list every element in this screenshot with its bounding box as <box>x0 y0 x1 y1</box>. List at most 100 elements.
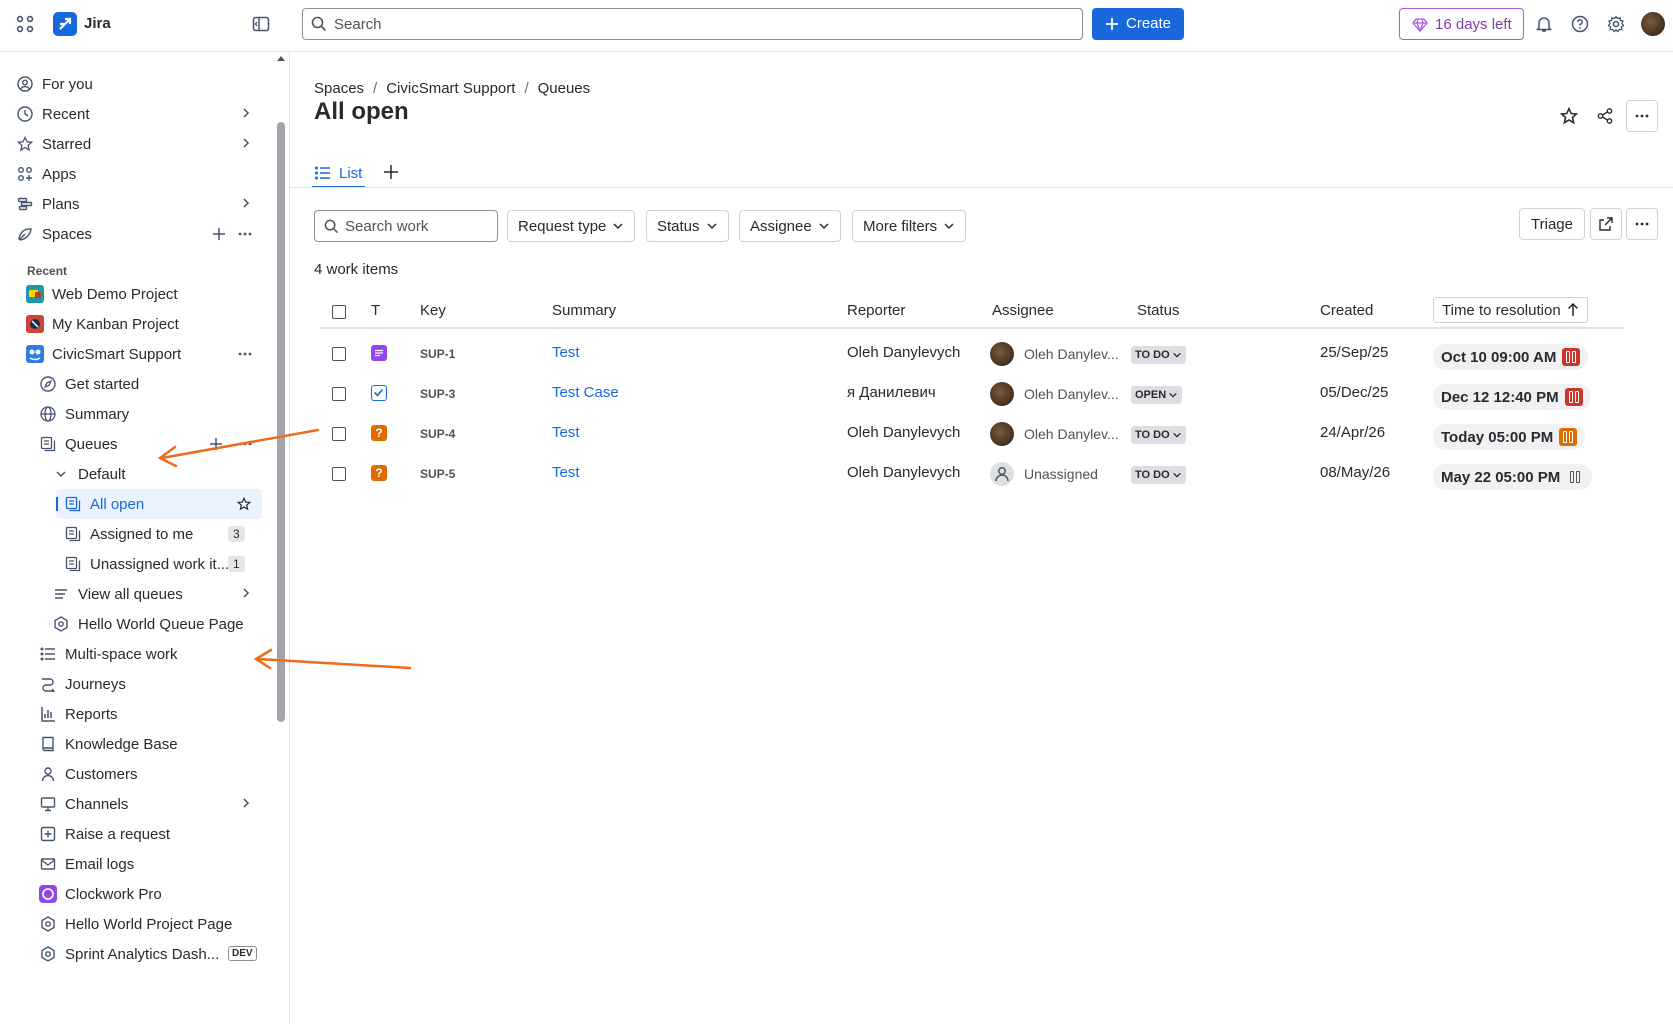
tab-list[interactable]: List <box>312 160 366 188</box>
sidebar-item-assigned-to-me[interactable]: Assigned to me 3 <box>64 519 262 549</box>
breadcrumb-queues[interactable]: Queues <box>538 80 591 97</box>
search-work-input[interactable]: Search work <box>314 210 498 242</box>
sidebar-scrollbar[interactable] <box>277 122 285 722</box>
work-item-summary-link[interactable]: Test <box>552 424 580 441</box>
sidebar-item-view-all-queues[interactable]: View all queues <box>52 579 266 609</box>
work-item-summary-link[interactable]: Test Case <box>552 384 619 401</box>
more-icon[interactable] <box>238 352 252 356</box>
settings-gear-icon[interactable] <box>1607 15 1625 33</box>
app-switcher-icon[interactable] <box>16 15 34 33</box>
status-filter[interactable]: Status <box>646 210 729 242</box>
sidebar-project-web-demo[interactable]: Web Demo Project <box>26 279 266 309</box>
sidebar-item-for-you[interactable]: For you <box>16 69 266 99</box>
column-header-assignee[interactable]: Assignee <box>992 302 1054 319</box>
status-dropdown[interactable]: TO DO <box>1131 426 1186 444</box>
global-search-input[interactable]: Search <box>302 8 1083 40</box>
row-checkbox[interactable] <box>332 347 346 361</box>
star-page-icon[interactable] <box>1560 107 1578 125</box>
page-more-button[interactable] <box>1626 100 1658 132</box>
sidebar-item-recent[interactable]: Recent <box>16 99 266 129</box>
chevron-right-icon[interactable] <box>240 137 252 149</box>
sidebar-item-raise-request[interactable]: Raise a request <box>39 819 266 849</box>
sidebar-item-summary[interactable]: Summary <box>39 399 266 429</box>
sidebar-item-multi-space[interactable]: Multi-space work <box>39 639 266 669</box>
create-button[interactable]: Create <box>1092 8 1184 40</box>
column-header-status[interactable]: Status <box>1137 302 1180 319</box>
work-item-summary-link[interactable]: Test <box>552 344 580 361</box>
help-icon[interactable] <box>1571 15 1589 33</box>
work-item-key[interactable]: SUP-5 <box>420 467 455 481</box>
triage-button[interactable]: Triage <box>1519 208 1585 240</box>
sidebar-item-all-open[interactable]: All open <box>56 489 262 519</box>
sidebar-item-journeys[interactable]: Journeys <box>39 669 266 699</box>
chevron-right-icon[interactable] <box>240 197 252 209</box>
sidebar-item-hello-world-queue[interactable]: Hello World Queue Page <box>52 609 266 639</box>
sidebar-item-spaces[interactable]: Spaces <box>16 219 266 249</box>
star-icon[interactable] <box>237 497 251 511</box>
list-more-button[interactable] <box>1626 208 1658 240</box>
breadcrumb-project[interactable]: CivicSmart Support <box>386 80 515 97</box>
status-label: TO DO <box>1135 469 1170 481</box>
select-all-checkbox[interactable] <box>332 305 346 319</box>
more-icon[interactable] <box>238 232 252 236</box>
sidebar-project-civicsmart-support[interactable]: CivicSmart Support <box>26 339 266 369</box>
status-dropdown[interactable]: TO DO <box>1131 346 1186 364</box>
assignee-avatar[interactable] <box>990 382 1014 406</box>
user-avatar[interactable] <box>1641 12 1665 36</box>
collapse-sidebar-icon[interactable] <box>252 15 270 33</box>
column-header-time-to-resolution[interactable]: Time to resolution <box>1433 297 1588 323</box>
work-item-key[interactable]: SUP-3 <box>420 387 455 401</box>
sidebar-group-default[interactable]: Default <box>52 459 266 489</box>
work-item-summary-link[interactable]: Test <box>552 464 580 481</box>
open-external-button[interactable] <box>1590 208 1622 240</box>
status-dropdown[interactable]: TO DO <box>1131 466 1186 484</box>
chevron-right-icon[interactable] <box>240 107 252 119</box>
scroll-up-arrow[interactable] <box>277 56 285 61</box>
status-dropdown[interactable]: OPEN <box>1131 386 1183 404</box>
row-checkbox[interactable] <box>332 387 346 401</box>
sidebar-item-hello-world-project[interactable]: Hello World Project Page <box>39 909 266 939</box>
unassigned-avatar[interactable] <box>990 462 1014 486</box>
sidebar-item-email-logs[interactable]: Email logs <box>39 849 266 879</box>
sidebar-item-plans[interactable]: Plans <box>16 189 266 219</box>
sidebar-item-knowledge-base[interactable]: Knowledge Base <box>39 729 266 759</box>
jira-logo[interactable] <box>53 12 77 36</box>
work-item-key[interactable]: SUP-4 <box>420 427 455 441</box>
add-view-plus-icon[interactable] <box>383 164 399 180</box>
row-checkbox[interactable] <box>332 467 346 481</box>
trial-button[interactable]: 16 days left <box>1399 8 1524 40</box>
more-filters-button[interactable]: More filters <box>852 210 967 242</box>
sidebar-item-sprint-analytics[interactable]: Sprint Analytics Dash... DEV <box>39 939 266 969</box>
column-header-reporter[interactable]: Reporter <box>847 302 905 319</box>
queue-icon <box>39 435 57 453</box>
sidebar-item-customers[interactable]: Customers <box>39 759 266 789</box>
request-type-filter[interactable]: Request type <box>507 210 636 242</box>
app-name[interactable]: Jira <box>84 15 111 32</box>
column-header-type[interactable]: T <box>371 302 380 319</box>
add-queue-plus-icon[interactable] <box>209 437 223 451</box>
more-icon[interactable] <box>238 442 252 446</box>
sidebar-item-reports[interactable]: Reports <box>39 699 266 729</box>
sidebar-project-my-kanban[interactable]: My Kanban Project <box>26 309 266 339</box>
column-header-key[interactable]: Key <box>420 302 446 319</box>
sidebar-item-unassigned[interactable]: Unassigned work it... 1 <box>64 549 262 579</box>
sidebar-item-channels[interactable]: Channels <box>39 789 266 819</box>
breadcrumb-spaces[interactable]: Spaces <box>314 80 364 97</box>
sidebar-item-clockwork-pro[interactable]: Clockwork Pro <box>39 879 266 909</box>
assignee-avatar[interactable] <box>990 342 1014 366</box>
sidebar-item-get-started[interactable]: Get started <box>39 369 266 399</box>
work-item-key[interactable]: SUP-1 <box>420 347 455 361</box>
add-space-plus-icon[interactable] <box>212 227 226 241</box>
sidebar-item-apps[interactable]: Apps <box>16 159 266 189</box>
column-header-summary[interactable]: Summary <box>552 302 616 319</box>
notifications-icon[interactable] <box>1535 15 1553 33</box>
assignee-avatar[interactable] <box>990 422 1014 446</box>
column-header-created[interactable]: Created <box>1320 302 1373 319</box>
row-checkbox[interactable] <box>332 427 346 441</box>
task-icon <box>371 345 387 361</box>
share-icon[interactable] <box>1596 107 1614 125</box>
sidebar-item-starred[interactable]: Starred <box>16 129 266 159</box>
chevron-right-icon[interactable] <box>240 797 252 809</box>
assignee-filter[interactable]: Assignee <box>739 210 841 242</box>
sidebar-item-queues[interactable]: Queues <box>39 429 266 459</box>
